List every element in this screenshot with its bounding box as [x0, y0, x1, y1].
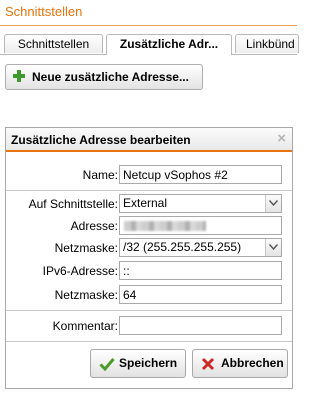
- comment-label: Kommentar:: [52, 319, 118, 333]
- tab-bar: Schnittstellen Zusätzliche Adr... Linkbü…: [0, 34, 299, 55]
- plus-icon: [13, 70, 25, 82]
- interface-select[interactable]: External: [119, 194, 282, 213]
- separator-1: [6, 190, 292, 191]
- separator-3: [6, 341, 292, 342]
- new-address-button-label: Neue zusätzliche Adresse...: [32, 70, 189, 84]
- netmask-select[interactable]: /32 (255.255.255.255): [119, 238, 282, 257]
- dialog-title: Zusätzliche Adresse bearbeiten: [11, 133, 191, 147]
- tab-linkbuendelung[interactable]: Linkbünd: [235, 34, 299, 53]
- save-button[interactable]: Speichern: [90, 349, 186, 378]
- dialog-header: Zusätzliche Adresse bearbeiten ×: [6, 128, 292, 152]
- page-title: Schnittstellen: [5, 4, 83, 19]
- name-label: Name:: [82, 168, 118, 182]
- chevron-down-icon: [265, 195, 281, 212]
- netmask-label: Netzmaske:: [54, 241, 118, 255]
- cancel-button[interactable]: Abbrechen: [192, 349, 288, 378]
- netmask-select-value: /32 (255.255.255.255): [123, 240, 242, 254]
- interface-label: Auf Schnittstelle:: [28, 197, 118, 211]
- interface-select-value: External: [123, 196, 168, 210]
- ipv6-label: IPv6-Adresse:: [42, 264, 118, 278]
- ipv6-field[interactable]: [119, 261, 282, 280]
- netmask6-label: Netzmaske:: [54, 288, 118, 302]
- close-icon[interactable]: ×: [277, 130, 286, 147]
- cross-icon: [201, 357, 215, 371]
- comment-field[interactable]: [119, 316, 282, 335]
- cancel-button-label: Abbrechen: [221, 356, 284, 370]
- separator-2: [6, 310, 292, 311]
- tab-zusaetzliche-adressen[interactable]: Zusätzliche Adr...: [106, 34, 232, 55]
- name-field[interactable]: [119, 165, 282, 184]
- new-address-button[interactable]: Neue zusätzliche Adresse...: [5, 64, 203, 90]
- check-icon: [99, 358, 115, 371]
- chevron-down-icon: [265, 239, 281, 256]
- address-redacted-value: [124, 221, 206, 231]
- address-field[interactable]: [119, 216, 282, 235]
- save-button-label: Speichern: [119, 356, 178, 370]
- netmask6-field[interactable]: [119, 285, 282, 304]
- address-label: Adresse:: [70, 219, 118, 233]
- tab-schnittstellen[interactable]: Schnittstellen: [4, 34, 103, 53]
- title-divider: [0, 25, 297, 26]
